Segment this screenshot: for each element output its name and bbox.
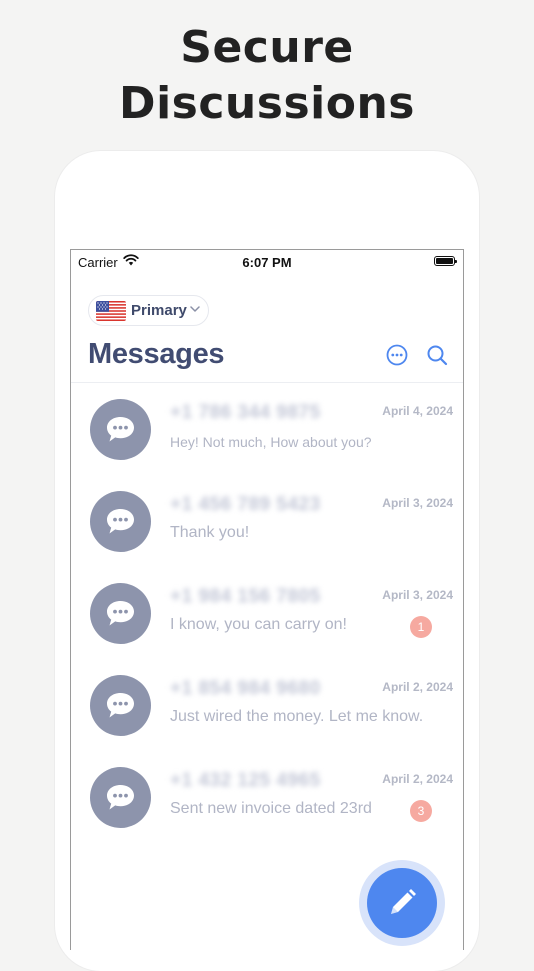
account-selector[interactable]: Primary xyxy=(88,295,209,326)
pencil-icon xyxy=(391,889,416,914)
status-bar: Carrier 6:07 PM xyxy=(71,250,463,274)
app-screen: Carrier 6:07 PM Primary Messages +1 786 … xyxy=(70,249,464,950)
search-icon[interactable] xyxy=(426,344,448,366)
chevron-down-icon xyxy=(190,306,200,312)
chat-bubble-icon xyxy=(107,417,134,442)
message-row[interactable]: +1 786 344 9875 April 4, 2024 Hey! Not m… xyxy=(71,383,463,475)
message-preview: Just wired the money. Let me know. xyxy=(170,708,424,725)
message-date: April 2, 2024 xyxy=(382,680,453,694)
message-row[interactable]: +1 432 125 4965 April 2, 2024 Sent new i… xyxy=(71,751,463,843)
headline: Secure Discussions xyxy=(0,20,534,132)
account-label: Primary xyxy=(131,302,187,319)
chat-bubble-icon xyxy=(107,693,134,718)
message-preview: I know, you can carry on! xyxy=(170,616,347,633)
page-title: Messages xyxy=(88,338,225,370)
compose-button-inner xyxy=(367,868,437,938)
status-time: 6:07 PM xyxy=(242,255,292,270)
chat-bubble-icon xyxy=(107,509,134,534)
battery-icon xyxy=(434,256,457,266)
message-row[interactable]: +1 984 156 7805 April 3, 2024 I know, yo… xyxy=(71,567,463,659)
message-date: April 3, 2024 xyxy=(382,588,453,602)
contact-number: +1 854 984 9680 xyxy=(170,678,321,699)
compose-button[interactable] xyxy=(359,860,445,946)
contact-number: +1 432 125 4965 xyxy=(170,770,321,791)
avatar xyxy=(90,399,151,460)
message-date: April 4, 2024 xyxy=(382,404,453,418)
avatar xyxy=(90,675,151,736)
message-preview: Sent new invoice dated 23rd xyxy=(170,800,372,817)
message-row[interactable]: +1 456 789 5423 April 3, 2024 Thank you! xyxy=(71,475,463,567)
unread-badge: 1 xyxy=(410,616,432,638)
message-preview: Hey! Not much, How about you? xyxy=(170,434,372,450)
us-flag-icon xyxy=(96,301,126,321)
chat-bubble-icon xyxy=(107,785,134,810)
headline-line-1: Secure xyxy=(180,22,354,73)
chat-bubble-icon xyxy=(107,601,134,626)
contact-number: +1 786 344 9875 xyxy=(170,402,321,423)
avatar xyxy=(90,491,151,552)
message-preview: Thank you! xyxy=(170,524,250,541)
contact-number: +1 456 789 5423 xyxy=(170,494,321,515)
more-horizontal-circle-icon[interactable] xyxy=(386,344,408,366)
message-date: April 3, 2024 xyxy=(382,496,453,510)
contact-number: +1 984 156 7805 xyxy=(170,586,321,607)
unread-badge: 3 xyxy=(410,800,432,822)
headline-line-2: Discussions xyxy=(119,78,415,129)
avatar xyxy=(90,767,151,828)
message-row[interactable]: +1 854 984 9680 April 2, 2024 Just wired… xyxy=(71,659,463,751)
avatar xyxy=(90,583,151,644)
message-date: April 2, 2024 xyxy=(382,772,453,786)
